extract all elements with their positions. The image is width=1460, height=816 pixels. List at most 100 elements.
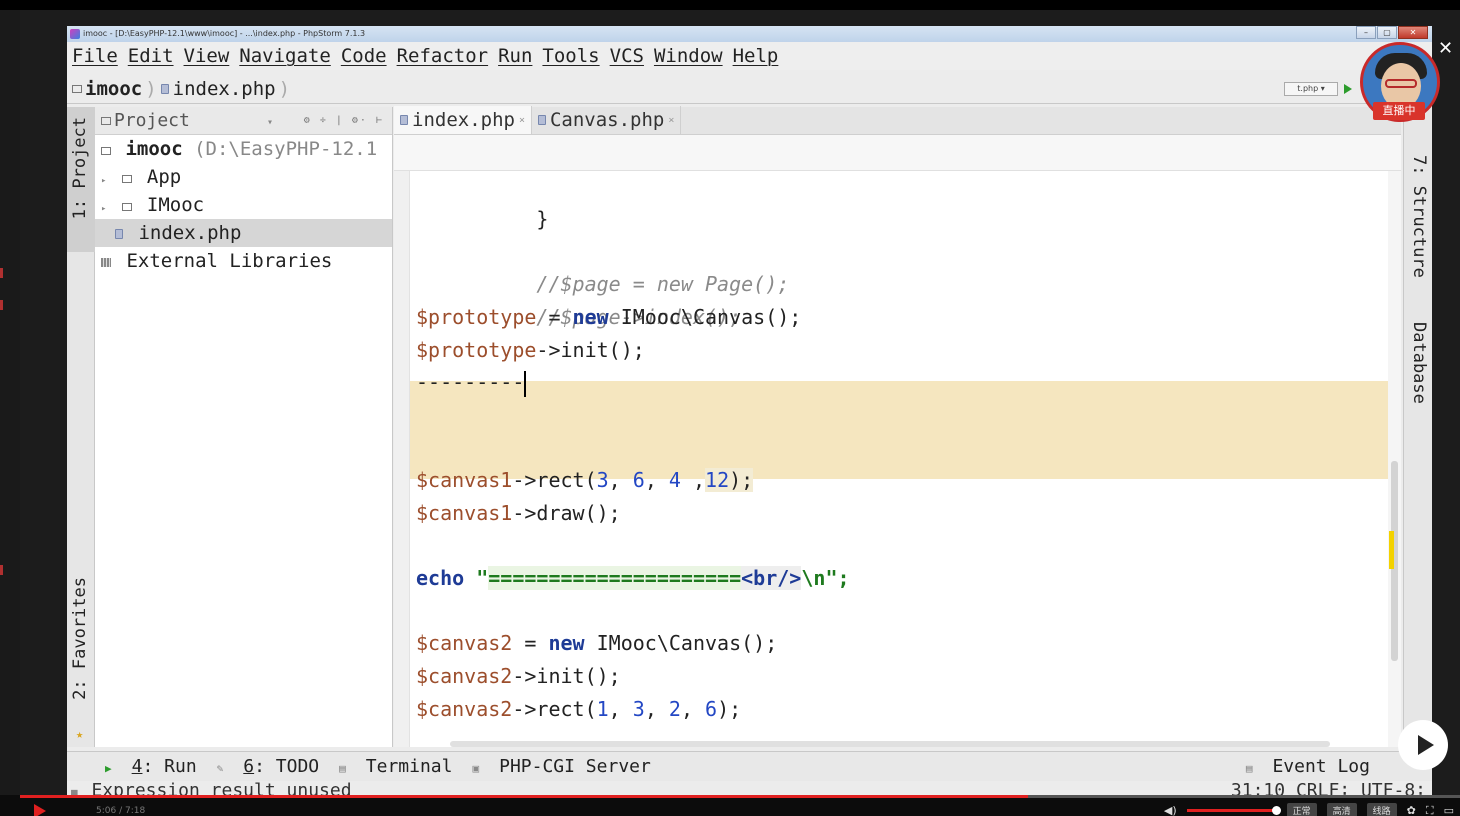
- tree-item-app[interactable]: ▸ App: [95, 163, 392, 191]
- editor-gutter[interactable]: [394, 171, 410, 747]
- tree-root-path: (D:\EasyPHP-12.1: [194, 138, 378, 160]
- tree-item-index-php[interactable]: index.php: [95, 219, 392, 247]
- menu-help[interactable]: Help: [733, 45, 779, 67]
- breadcrumb-project[interactable]: imooc ): [72, 78, 157, 100]
- tree-item-imooc-dir[interactable]: ▸ IMooc: [95, 191, 392, 219]
- code-token: );: [717, 697, 742, 721]
- breadcrumb-file[interactable]: index.php ): [160, 77, 290, 100]
- code-escape: \n: [801, 566, 826, 590]
- quality-hd-button[interactable]: 高清: [1326, 803, 1357, 816]
- window-title: imooc - [D:\EasyPHP-12.1\www\imooc] - ..…: [83, 29, 366, 38]
- project-panel: Project ▾ ⚙ ÷ | ⚙· ⊢ imooc (D:\EasyPHP-1…: [95, 107, 393, 747]
- menu-refactor[interactable]: Refactor: [397, 45, 489, 67]
- settings-icon[interactable]: ✿: [1407, 804, 1416, 816]
- code-line: //$page = new Page();: [416, 236, 789, 296]
- tool-terminal-label: Terminal: [365, 756, 453, 777]
- volume-knob[interactable]: [1271, 806, 1281, 815]
- code-token: =: [512, 631, 549, 655]
- widescreen-icon[interactable]: ▭: [1444, 804, 1454, 816]
- live-badge: 直播中: [1373, 102, 1425, 120]
- tree-item-label: App: [146, 166, 182, 188]
- tool-database-label[interactable]: Database: [1409, 322, 1429, 404]
- tool-php-cgi-label: PHP-CGI Server: [499, 756, 651, 777]
- warning-marker[interactable]: [1389, 531, 1394, 569]
- view-dropdown-icon[interactable]: ▾: [267, 117, 273, 128]
- video-player: imooc - [D:\EasyPHP-12.1\www\imooc] - ..…: [0, 0, 1460, 816]
- cursor-position[interactable]: 31:10 CRLF∶ UTF-8∶: [1231, 781, 1426, 796]
- fullscreen-icon[interactable]: ⛶: [1426, 804, 1434, 816]
- tree-root-label: imooc: [125, 138, 183, 160]
- panel-tools-icons[interactable]: ⚙ ÷ | ⚙· ⊢: [304, 115, 384, 126]
- menu-navigate[interactable]: Navigate: [239, 45, 331, 67]
- tab-label: Canvas.php: [549, 109, 665, 131]
- tool-favorites-label: 2: Favorites: [70, 577, 90, 700]
- code-token: ,: [644, 697, 669, 721]
- progress-bar[interactable]: [20, 795, 1460, 798]
- tool-event-log[interactable]: ▤ Event Log: [1246, 756, 1370, 777]
- vertical-scrollbar[interactable]: [1388, 171, 1401, 747]
- tab-close-icon[interactable]: ×: [519, 115, 525, 126]
- menu-tools[interactable]: Tools: [542, 45, 599, 67]
- code-token: );: [729, 468, 754, 492]
- code-token: }: [536, 207, 549, 231]
- tool-window-project[interactable]: 1: Project: [67, 107, 95, 252]
- code-keyword: new: [548, 631, 585, 655]
- code-token: =: [536, 305, 573, 329]
- player-right-controls: ◀) 正常 高清 线路 ✿ ⛶ ▭: [1164, 803, 1454, 816]
- tool-php-cgi[interactable]: ▣ PHP-CGI Server: [472, 756, 650, 777]
- tool-window-favorites[interactable]: 2: Favorites ★: [67, 577, 95, 747]
- line-select-button[interactable]: 线路: [1366, 803, 1397, 816]
- menu-code[interactable]: Code: [341, 45, 387, 67]
- minimize-button[interactable]: –: [1356, 26, 1376, 39]
- play-icon[interactable]: [34, 804, 46, 816]
- code-token: ,: [644, 468, 669, 492]
- quality-normal-button[interactable]: 正常: [1286, 803, 1317, 816]
- menu-view[interactable]: View: [184, 45, 230, 67]
- code-string: ";: [825, 566, 850, 590]
- menu-vcs[interactable]: VCS: [610, 45, 644, 67]
- run-config-select[interactable]: t.php ▾: [1284, 82, 1338, 96]
- breadcrumb-file-label: index.php: [172, 77, 276, 100]
- tab-close-icon[interactable]: ×: [668, 115, 674, 126]
- status-bar: ■ Expression result unused 31:10 CRLF∶ U…: [67, 781, 1432, 796]
- close-overlay-icon[interactable]: ✕: [1438, 38, 1453, 59]
- code-line: //$page->index();: [416, 269, 741, 329]
- tab-canvas-php[interactable]: Canvas.php ×: [532, 106, 682, 134]
- terminal-icon: ▤: [339, 762, 346, 775]
- close-window-button[interactable]: ✕: [1398, 26, 1428, 39]
- code-html-tag: <br/>: [741, 566, 802, 590]
- tool-terminal[interactable]: ▤ Terminal: [339, 756, 452, 777]
- big-play-button[interactable]: [1398, 720, 1448, 770]
- php-file-icon: [537, 115, 546, 125]
- tool-structure-label[interactable]: 7: Structure: [1409, 155, 1429, 278]
- live-avatar[interactable]: 直播中: [1360, 42, 1440, 122]
- code-token: ---------: [416, 370, 525, 394]
- menu-edit[interactable]: Edit: [128, 45, 174, 67]
- tool-todo[interactable]: ✎ 6: TODO: [217, 756, 320, 777]
- time-display: 5:06 / 7:18: [96, 806, 146, 816]
- volume-slider[interactable]: [1186, 806, 1281, 815]
- tree-item-external-libraries[interactable]: External Libraries: [95, 247, 392, 275]
- code-token: ,: [680, 697, 706, 721]
- horizontal-scrollbar[interactable]: [450, 741, 1330, 747]
- project-panel-header: Project ▾ ⚙ ÷ | ⚙· ⊢: [95, 107, 392, 135]
- volume-icon[interactable]: ◀): [1164, 804, 1177, 816]
- star-icon: ★: [76, 727, 84, 741]
- tool-run[interactable]: ▶ 4: Run: [105, 756, 197, 777]
- code-token: ->rect(: [512, 697, 597, 721]
- code-area[interactable]: } //$page = new Page(); //$page->index()…: [410, 171, 1388, 747]
- breadcrumb-project-label: imooc: [85, 77, 143, 100]
- tree-item-imooc[interactable]: imooc (D:\EasyPHP-12.1: [95, 135, 392, 163]
- menu-file[interactable]: File: [72, 45, 118, 67]
- code-number: 3: [596, 468, 609, 492]
- run-icon[interactable]: [1344, 84, 1352, 94]
- code-number: 3: [632, 697, 645, 721]
- menu-window[interactable]: Window: [654, 45, 723, 67]
- menu-run[interactable]: Run: [498, 45, 532, 67]
- folder-icon: [122, 175, 133, 183]
- maximize-button[interactable]: ▢: [1377, 26, 1397, 39]
- code-line: $canvas2->rect(1, 3, 2, 6);: [416, 693, 741, 725]
- code-variable: $canvas2: [416, 631, 513, 655]
- tab-index-php[interactable]: index.php ×: [394, 106, 532, 134]
- bottom-tool-bar: ▶ 4: Run ✎ 6: TODO ▤ Terminal ▣ PHP-CGI Serv…: [67, 751, 1432, 781]
